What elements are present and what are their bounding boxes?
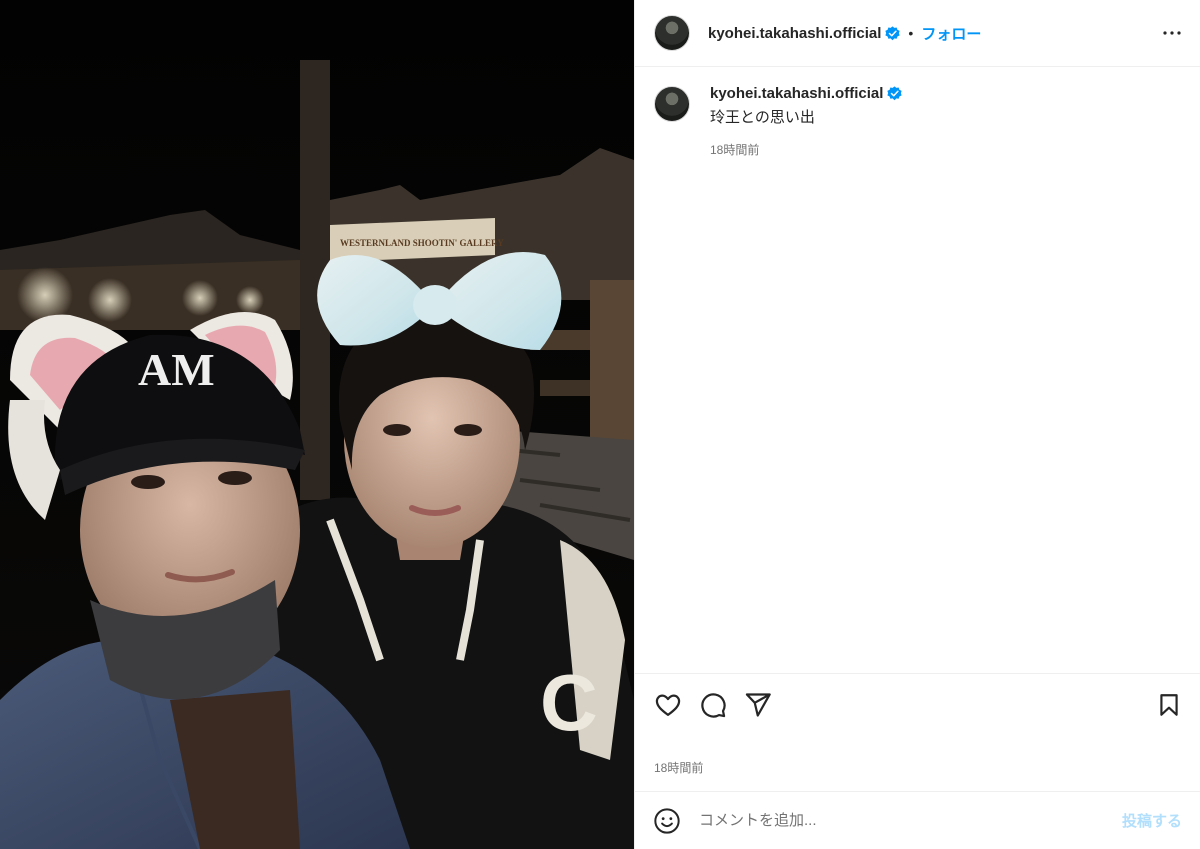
- action-bar: [635, 673, 1200, 735]
- caption-author-row: kyohei.takahashi.official: [710, 85, 903, 102]
- post-side-panel: kyohei.takahashi.official • フォロー kyohei.…: [634, 0, 1200, 849]
- caption-block: kyohei.takahashi.official 玲王との思い出 18時間前: [635, 67, 1200, 158]
- emoji-smile-icon[interactable]: [653, 807, 681, 835]
- post-photo[interactable]: WESTERNLAND SHOOTIN' GALLERY C AM: [0, 0, 634, 849]
- verified-badge-icon: [887, 86, 903, 101]
- heart-icon[interactable]: [653, 690, 683, 720]
- username-link[interactable]: kyohei.takahashi.official: [708, 25, 881, 42]
- bookmark-icon[interactable]: [1154, 690, 1184, 720]
- instagram-post-modal: WESTERNLAND SHOOTIN' GALLERY C AM kyohei…: [0, 0, 1200, 849]
- comment-bar: 投稿する: [635, 791, 1200, 849]
- comment-input[interactable]: [699, 812, 1122, 829]
- selfie-illustration: WESTERNLAND SHOOTIN' GALLERY C AM: [0, 0, 634, 849]
- comment-bubble-icon[interactable]: [698, 690, 728, 720]
- avatar[interactable]: [654, 15, 690, 51]
- sign-text: WESTERNLAND SHOOTIN' GALLERY: [340, 238, 504, 248]
- verified-badge-icon: [885, 25, 901, 40]
- post-timestamp[interactable]: 18時間前: [654, 759, 703, 776]
- post-comment-button[interactable]: 投稿する: [1122, 810, 1182, 831]
- paper-plane-icon[interactable]: [743, 690, 773, 720]
- more-options-icon[interactable]: [1160, 21, 1184, 45]
- post-header: kyohei.takahashi.official • フォロー: [635, 0, 1200, 67]
- caption-username[interactable]: kyohei.takahashi.official: [710, 85, 883, 102]
- caption-timestamp[interactable]: 18時間前: [710, 141, 902, 158]
- cap-logo: AM: [138, 344, 215, 395]
- caption-text: 玲王との思い出: [710, 109, 815, 126]
- jacket-letter: C: [540, 658, 598, 747]
- follow-button[interactable]: フォロー: [921, 23, 981, 44]
- caption-body: kyohei.takahashi.official 玲王との思い出 18時間前: [710, 85, 903, 158]
- caption-avatar[interactable]: [654, 86, 690, 122]
- separator-dot: •: [908, 25, 914, 41]
